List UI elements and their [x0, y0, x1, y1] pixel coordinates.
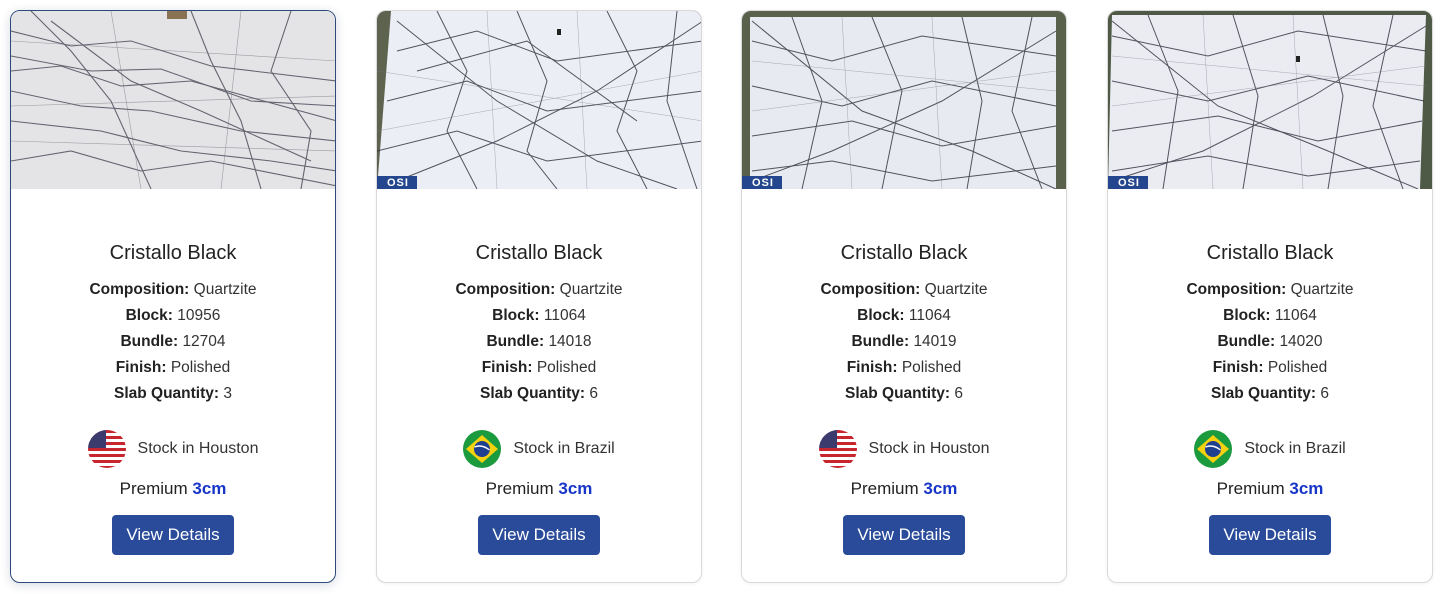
finish-row: Finish: Polished: [1212, 359, 1328, 376]
product-card[interactable]: OSI Cristallo Black Composition: Quartzi…: [376, 10, 702, 583]
bundle-row: Bundle: 14020: [1217, 333, 1323, 350]
product-card[interactable]: Cristallo Black Composition: Quartzite B…: [10, 10, 336, 583]
bundle-row: Bundle: 12704: [120, 333, 226, 350]
block-row: Block: 11064: [857, 307, 951, 324]
stock-label: Stock in Brazil: [513, 440, 615, 457]
slab-image[interactable]: OSI: [377, 11, 701, 189]
grade-thickness: Premium 3cm: [485, 479, 593, 498]
grade-thickness: Premium 3cm: [850, 479, 958, 498]
brand-badge: OSI: [377, 176, 417, 189]
slab-quantity-row: Slab Quantity: 6: [479, 385, 598, 402]
grade-thickness: Premium 3cm: [119, 479, 227, 498]
product-specs: Composition: Quartzite Block: 11064 Bund…: [1108, 277, 1432, 407]
block-row: Block: 11064: [492, 307, 586, 324]
thickness-value: 3cm: [558, 479, 593, 498]
product-title: Cristallo Black: [475, 242, 603, 264]
composition-row: Composition: Quartzite: [89, 281, 257, 298]
us-flag-icon: [87, 430, 126, 468]
slab-quantity-row: Slab Quantity: 6: [844, 385, 963, 402]
product-card[interactable]: OSI Cristallo Black Composition: Quartzi…: [741, 10, 1067, 583]
composition-row: Composition: Quartzite: [455, 281, 623, 298]
brazil-flag-icon: [463, 430, 502, 468]
brazil-flag-icon: [1194, 430, 1233, 468]
us-flag-icon: [818, 430, 857, 468]
product-grid: Cristallo Black Composition: Quartzite B…: [0, 0, 1444, 594]
slab-image[interactable]: [11, 11, 335, 189]
product-card[interactable]: OSI Cristallo Black Composition: Quartzi…: [1107, 10, 1433, 583]
marble-texture: [1108, 11, 1432, 189]
finish-row: Finish: Polished: [115, 359, 231, 376]
stock-location: Stock in Houston: [742, 429, 1066, 469]
bundle-row: Bundle: 14019: [851, 333, 957, 350]
block-row: Block: 11064: [1223, 307, 1317, 324]
view-details-button[interactable]: View Details: [843, 515, 965, 555]
marble-texture: [742, 11, 1066, 189]
product-title: Cristallo Black: [840, 242, 968, 264]
product-title: Cristallo Black: [109, 242, 237, 264]
grade-thickness: Premium 3cm: [1216, 479, 1324, 498]
slab-image[interactable]: OSI: [742, 11, 1066, 189]
finish-row: Finish: Polished: [481, 359, 597, 376]
slab-quantity-row: Slab Quantity: 6: [1210, 385, 1329, 402]
composition-row: Composition: Quartzite: [1186, 281, 1354, 298]
marble-texture: [11, 11, 335, 189]
slab-image[interactable]: OSI: [1108, 11, 1432, 189]
view-details-button[interactable]: View Details: [478, 515, 600, 555]
product-specs: Composition: Quartzite Block: 11064 Bund…: [377, 277, 701, 407]
stock-location: Stock in Brazil: [1108, 429, 1432, 469]
block-row: Block: 10956: [125, 307, 221, 324]
product-title: Cristallo Black: [1206, 242, 1334, 264]
product-specs: Composition: Quartzite Block: 10956 Bund…: [11, 277, 335, 407]
brand-badge: OSI: [742, 176, 782, 189]
stock-label: Stock in Houston: [137, 440, 259, 457]
marble-texture: [377, 11, 701, 189]
finish-row: Finish: Polished: [846, 359, 962, 376]
stock-label: Stock in Houston: [868, 440, 990, 457]
thickness-value: 3cm: [1289, 479, 1324, 498]
stock-label: Stock in Brazil: [1244, 440, 1346, 457]
thickness-value: 3cm: [923, 479, 958, 498]
slab-quantity-row: Slab Quantity: 3: [113, 385, 232, 402]
thickness-value: 3cm: [192, 479, 227, 498]
composition-row: Composition: Quartzite: [820, 281, 988, 298]
brand-badge: OSI: [1108, 176, 1148, 189]
view-details-button[interactable]: View Details: [1209, 515, 1331, 555]
product-specs: Composition: Quartzite Block: 11064 Bund…: [742, 277, 1066, 407]
bundle-row: Bundle: 14018: [486, 333, 592, 350]
view-details-button[interactable]: View Details: [112, 515, 234, 555]
stock-location: Stock in Houston: [11, 429, 335, 469]
stock-location: Stock in Brazil: [377, 429, 701, 469]
